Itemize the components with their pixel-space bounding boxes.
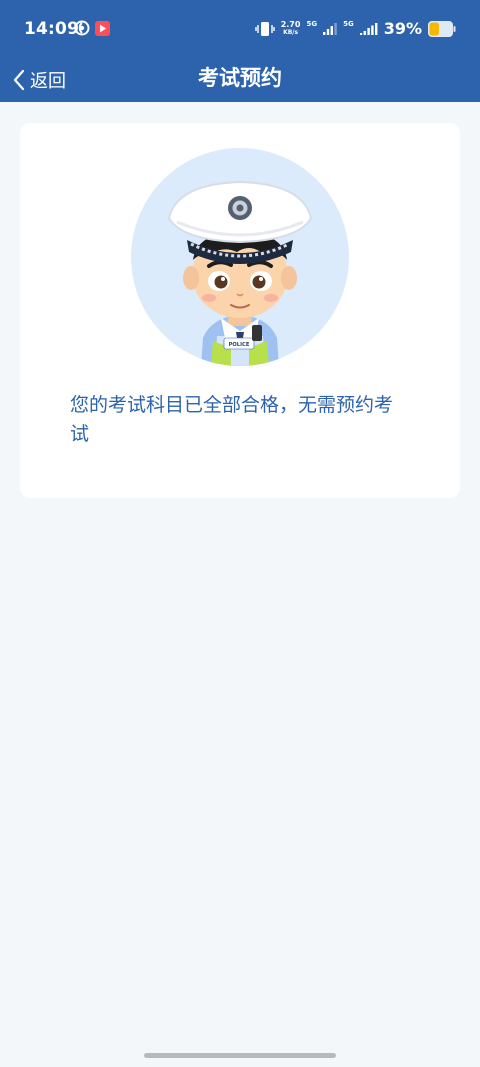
status-bar: 14:09 2.70 KB/s 5G 5G 39%	[0, 0, 480, 58]
status-left-icons	[74, 20, 110, 36]
signal-icon-2	[359, 22, 378, 35]
result-card: POLICE 您的考试科目已全部合格，无需预约考试	[20, 123, 460, 498]
signal-icon-1	[323, 22, 337, 35]
police-officer-illustration: POLICE	[167, 180, 313, 366]
page-title: 考试预约	[198, 66, 282, 90]
network-label-1: 5G	[306, 19, 318, 28]
app-notification-icon	[74, 20, 90, 36]
status-time: 14:09	[24, 19, 80, 39]
nav-bar: 返回 考试预约	[0, 58, 480, 102]
result-message: 您的考试科目已全部合格，无需预约考试	[70, 394, 394, 445]
network-speed: 2.70 KB/s	[280, 19, 301, 36]
status-right: 2.70 KB/s 5G 5G 39%	[255, 19, 456, 38]
network-label-2: 5G	[343, 19, 354, 28]
battery-percent: 39%	[383, 19, 422, 38]
police-badge-text: POLICE	[229, 342, 250, 348]
police-avatar: POLICE	[131, 148, 349, 366]
home-indicator[interactable]	[144, 1053, 336, 1058]
vibrate-icon	[255, 21, 275, 36]
video-app-icon	[95, 20, 110, 36]
battery-icon	[428, 20, 456, 37]
